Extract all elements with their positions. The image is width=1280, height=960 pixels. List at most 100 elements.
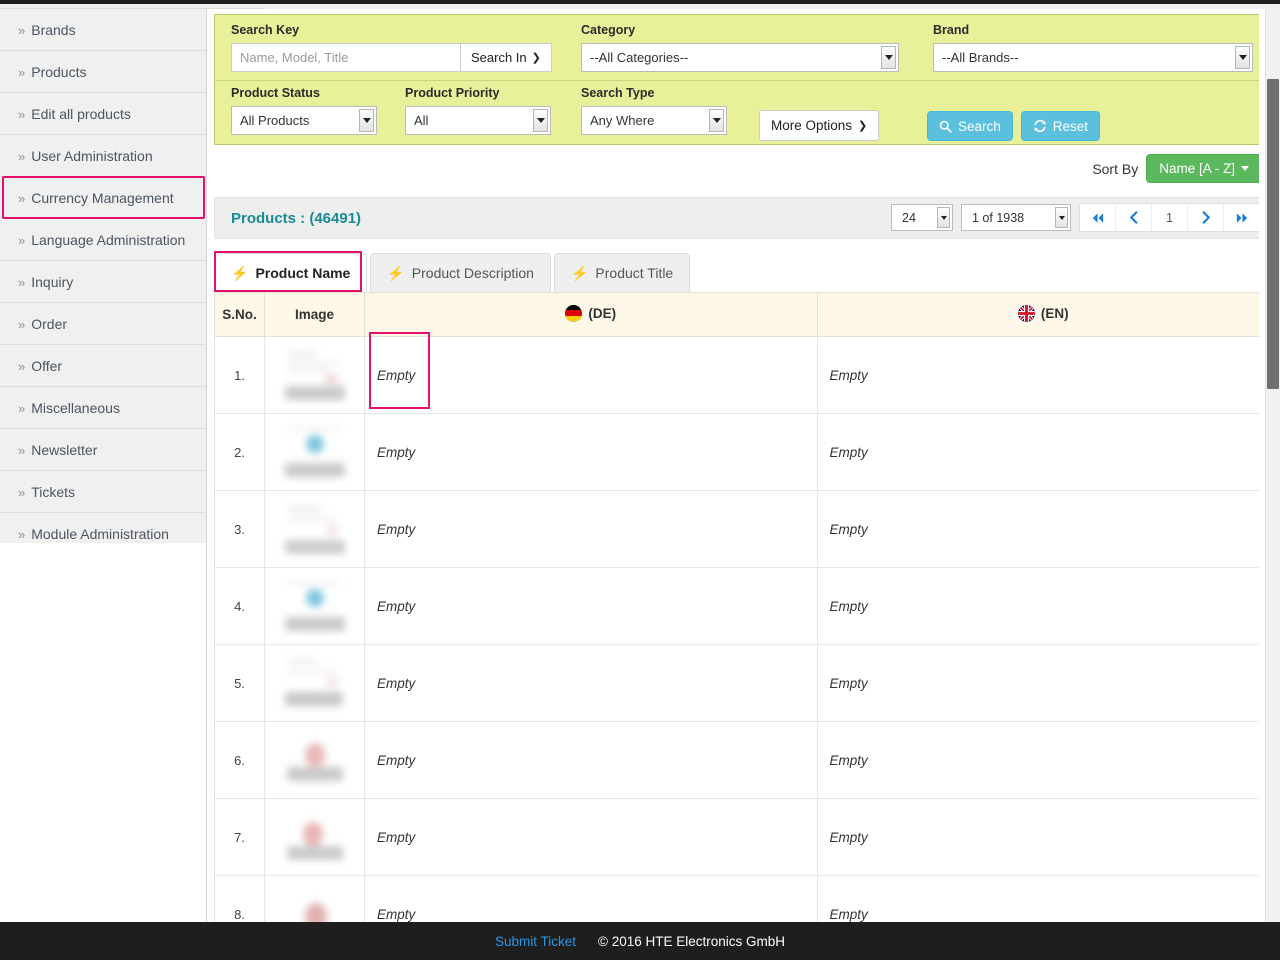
cell-en[interactable]: Empty — [816, 721, 1270, 799]
cell-en[interactable]: Empty — [816, 567, 1270, 645]
cell-image[interactable] — [264, 490, 365, 568]
cell-en[interactable]: Empty — [816, 336, 1270, 414]
current-page-number[interactable]: 1 — [1152, 204, 1188, 231]
page-root: » Brands » Products » Edit all products » Us… — [0, 0, 1280, 960]
tab-product-description[interactable]: ⚡ Product Description — [370, 253, 551, 292]
cell-image[interactable] — [264, 567, 365, 645]
chevron-right-icon: » — [18, 401, 26, 416]
search-button-label: Search — [958, 118, 1001, 134]
sidebar-item-tickets[interactable]: » Tickets — [0, 471, 206, 513]
vertical-scrollbar-thumb[interactable] — [1267, 79, 1279, 389]
caret-down-icon — [1241, 166, 1249, 171]
sidebar-item-label: Edit all products — [31, 106, 131, 122]
uk-flag-icon — [1017, 304, 1035, 322]
reset-button[interactable]: Reset — [1020, 111, 1101, 141]
sidebar-item-products[interactable]: » Products — [0, 51, 206, 93]
cell-image[interactable] — [264, 721, 365, 799]
category-value: --All Categories-- — [590, 50, 689, 65]
sidebar-item-offer[interactable]: » Offer — [0, 345, 206, 387]
sidebar-item-label: Tickets — [31, 484, 76, 500]
sidebar-item-newsletter[interactable]: » Newsletter — [0, 429, 206, 471]
chevron-right-icon: » — [18, 317, 26, 332]
product-status-select[interactable]: All Products — [231, 106, 377, 135]
submit-ticket-link[interactable]: Submit Ticket — [495, 934, 576, 949]
cell-en[interactable]: Empty — [816, 798, 1270, 876]
category-label: Category — [581, 23, 636, 37]
page-jump-select[interactable]: 1 of 1938 — [961, 204, 1071, 231]
sidebar-item-label: Offer — [31, 358, 63, 374]
search-in-dropdown-button[interactable]: Search In ❯ — [461, 43, 552, 72]
sidebar-item-inquiry[interactable]: » Inquiry — [0, 261, 206, 303]
chevron-right-icon: » — [18, 149, 26, 164]
table-row[interactable]: 7. Empty Empty — [214, 798, 1270, 876]
chevron-down-icon — [1235, 46, 1250, 69]
table-row[interactable]: 1. Empty Empty — [214, 336, 1270, 414]
cell-de[interactable]: Empty — [364, 336, 818, 414]
sidebar-item-order[interactable]: » Order — [0, 303, 206, 345]
bolt-icon: ⚡ — [570, 264, 589, 281]
cell-en[interactable]: Empty — [816, 490, 1270, 568]
category-group: Category --All Categories-- — [581, 23, 899, 72]
chevron-right-icon: » — [18, 485, 26, 500]
more-options-group: More Options ❯ — [759, 110, 880, 141]
sidebar-item-label: User Administration — [31, 148, 153, 164]
chevron-down-icon — [881, 46, 896, 69]
cell-image[interactable] — [264, 644, 365, 722]
previous-page-button[interactable] — [1116, 204, 1152, 231]
table-row[interactable]: 2. Empty Empty — [214, 413, 1270, 491]
cell-de[interactable]: Empty — [364, 721, 818, 799]
table-body: 1. Empty Empty 2. Empty Empty 3. Empty E… — [214, 336, 1270, 953]
per-page-select[interactable]: 24 — [891, 204, 953, 231]
per-page-value: 24 — [902, 210, 916, 225]
brand-select[interactable]: --All Brands-- — [933, 43, 1253, 72]
last-page-button[interactable] — [1224, 204, 1260, 231]
cell-en[interactable]: Empty — [816, 644, 1270, 722]
sidebar-item-currency-management[interactable]: » Currency Management — [0, 177, 206, 219]
sidebar-item-brands[interactable]: » Brands — [0, 9, 206, 51]
sidebar-item-language-administration[interactable]: » Language Administration — [0, 219, 206, 261]
category-select[interactable]: --All Categories-- — [581, 43, 899, 72]
product-thumbnail — [279, 652, 351, 714]
sort-by-dropdown-button[interactable]: Name [A - Z] — [1146, 154, 1262, 183]
tab-label: Product Title — [595, 265, 674, 281]
cell-en[interactable]: Empty — [816, 413, 1270, 491]
next-page-button[interactable] — [1188, 204, 1224, 231]
previous-page-icon — [1129, 211, 1137, 224]
tab-product-name[interactable]: ⚡ Product Name — [214, 253, 368, 292]
table-row[interactable]: 4. Empty Empty — [214, 567, 1270, 645]
table-row[interactable]: 3. Empty Empty — [214, 490, 1270, 568]
cell-de[interactable]: Empty — [364, 798, 818, 876]
cell-de[interactable]: Empty — [364, 413, 818, 491]
cell-image[interactable] — [264, 413, 365, 491]
table-row[interactable]: 6. Empty Empty — [214, 721, 1270, 799]
sidebar-item-miscellaneous[interactable]: » Miscellaneous — [0, 387, 206, 429]
product-thumbnail — [279, 729, 351, 791]
cell-de[interactable]: Empty — [364, 490, 818, 568]
chevron-right-icon: » — [18, 191, 26, 206]
tab-product-title[interactable]: ⚡ Product Title — [553, 253, 691, 292]
page-nav-group: 1 — [1079, 203, 1261, 232]
sidebar-item-label: Order — [31, 316, 68, 332]
copyright-text: © 2016 HTE Electronics GmbH — [598, 933, 786, 949]
pagination-controls: 24 1 of 1938 1 — [891, 203, 1261, 232]
sidebar-item-user-administration[interactable]: » User Administration — [0, 135, 206, 177]
cell-image[interactable] — [264, 798, 365, 876]
brand-group: Brand --All Brands-- — [933, 23, 1253, 72]
sidebar-item-label: Inquiry — [31, 274, 74, 290]
table-row[interactable]: 5. Empty Empty — [214, 644, 1270, 722]
cell-de[interactable]: Empty — [364, 567, 818, 645]
product-priority-select[interactable]: All — [405, 106, 551, 135]
product-thumbnail — [279, 498, 351, 560]
more-options-button[interactable]: More Options ❯ — [759, 110, 880, 141]
search-button[interactable]: Search — [927, 111, 1013, 141]
cell-sno: 2. — [214, 413, 265, 491]
cell-image[interactable] — [264, 336, 365, 414]
cell-de[interactable]: Empty — [364, 644, 818, 722]
tab-label: Product Name — [255, 265, 351, 281]
search-type-select[interactable]: Any Where — [581, 106, 727, 135]
brand-value: --All Brands-- — [942, 50, 1019, 65]
first-page-button[interactable] — [1080, 204, 1116, 231]
search-input[interactable]: Name, Model, Title — [231, 43, 461, 72]
vertical-scrollbar-track[interactable] — [1265, 9, 1280, 922]
sidebar-item-edit-all-products[interactable]: » Edit all products — [0, 93, 206, 135]
